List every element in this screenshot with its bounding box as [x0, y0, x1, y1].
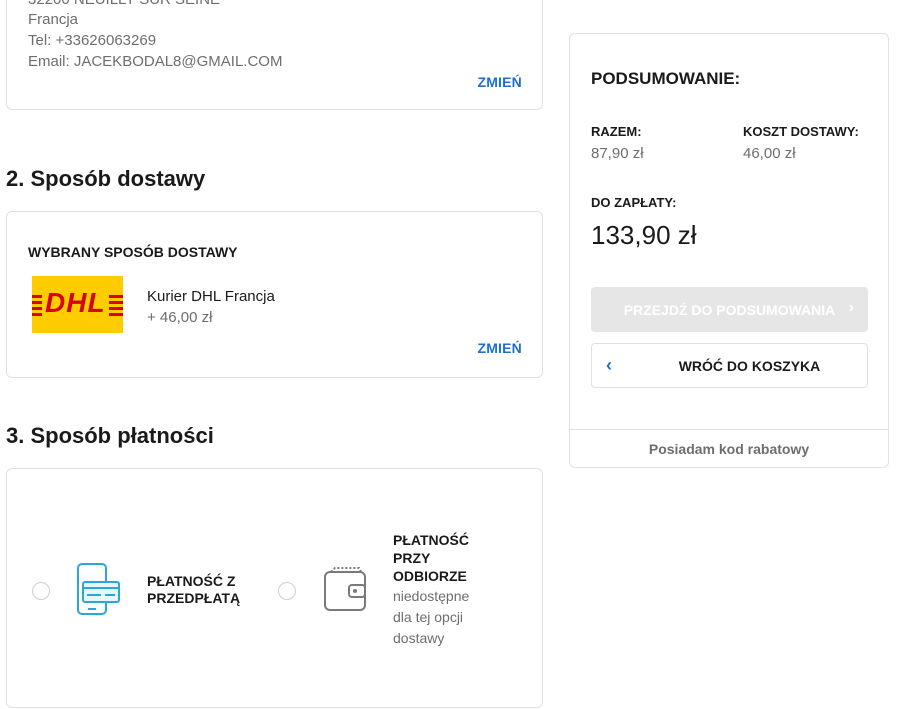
payment-option-prepaid[interactable]: PŁATNOŚĆ Z PRZEDPŁATĄ — [7, 469, 267, 709]
summary-total-value: 87,90 zł — [591, 145, 644, 162]
back-to-cart-button[interactable]: ‹ WRÓĆ DO KOSZYKA — [591, 343, 868, 388]
proceed-to-summary-button[interactable]: PRZEJDŹ DO PODSUMOWANIA › — [591, 287, 868, 332]
summary-pay-value: 133,90 zł — [591, 220, 697, 250]
cod-note-line2: dla tej opcji — [393, 609, 464, 625]
payment-card: PŁATNOŚĆ Z PRZEDPŁATĄ PŁATNOŚĆ PRZY ODBI… — [6, 468, 543, 708]
delivery-section-label: WYBRANY SPOSÓB DOSTAWY — [28, 244, 238, 260]
summary-title: PODSUMOWANIE: — [591, 69, 741, 88]
payment-heading: 3. Sposób płatności — [6, 423, 214, 448]
payment-option-cod: PŁATNOŚĆ PRZY ODBIORZE niedostępne dla t… — [267, 469, 544, 709]
cod-label-line1: PŁATNOŚĆ — [393, 532, 469, 548]
summary-shipping-value: 46,00 zł — [743, 145, 796, 162]
delivery-heading: 2. Sposób dostawy — [6, 166, 206, 191]
delivery-method-name: Kurier DHL Francja — [147, 288, 275, 305]
prepaid-radio[interactable] — [32, 582, 50, 600]
summary-shipping-label: KOSZT DOSTAWY: — [743, 124, 859, 139]
cod-radio — [278, 582, 296, 600]
cod-label-line2: PRZY — [393, 550, 431, 566]
dhl-logo-text: DHL — [42, 288, 109, 318]
summary-divider — [570, 429, 888, 430]
summary-pay-label: DO ZAPŁATY: — [591, 195, 677, 210]
delivery-method-price: + 46,00 zł — [147, 309, 213, 326]
card-phone-icon — [75, 562, 123, 621]
summary-panel: PODSUMOWANIE: RAZEM: 87,90 zł KOSZT DOST… — [569, 33, 889, 468]
summary-total-label: RAZEM: — [591, 124, 642, 139]
proceed-button-label: PRZEJDŹ DO PODSUMOWANIA — [623, 301, 836, 318]
cod-label-line3: ODBIORZE — [393, 568, 467, 584]
delivery-change-link[interactable]: ZMIEŃ — [477, 340, 522, 356]
cod-note-line1: niedostępne — [393, 588, 470, 604]
back-button-label: WRÓĆ DO KOSZYKA — [678, 357, 821, 374]
chevron-right-icon: › — [848, 299, 854, 316]
address-country: Francja — [28, 11, 79, 28]
address-change-link[interactable]: ZMIEŃ — [477, 74, 522, 90]
prepaid-label-line1: PŁATNOŚĆ Z — [147, 573, 236, 589]
dhl-logo: DHL — [32, 276, 123, 333]
cod-note-line3: dostawy — [393, 630, 445, 646]
delivery-card: WYBRANY SPOSÓB DOSTAWY DHL Kurier DHL Fr… — [6, 211, 543, 378]
prepaid-label-line2: PRZEDPŁATĄ — [147, 590, 241, 606]
discount-code-link[interactable]: Posiadam kod rabatowy — [570, 441, 888, 457]
address-email: Email: JACEKBODAL8@GMAIL.COM — [28, 53, 283, 70]
address-line-partial: 32200 NEUILLY SUR SEINE — [28, 0, 220, 8]
address-phone: Tel: +33626063269 — [28, 32, 157, 49]
chevron-left-icon: ‹ — [606, 355, 612, 375]
wallet-icon — [321, 566, 369, 619]
address-card: 32200 NEUILLY SUR SEINE Francja Tel: +33… — [6, 0, 543, 110]
